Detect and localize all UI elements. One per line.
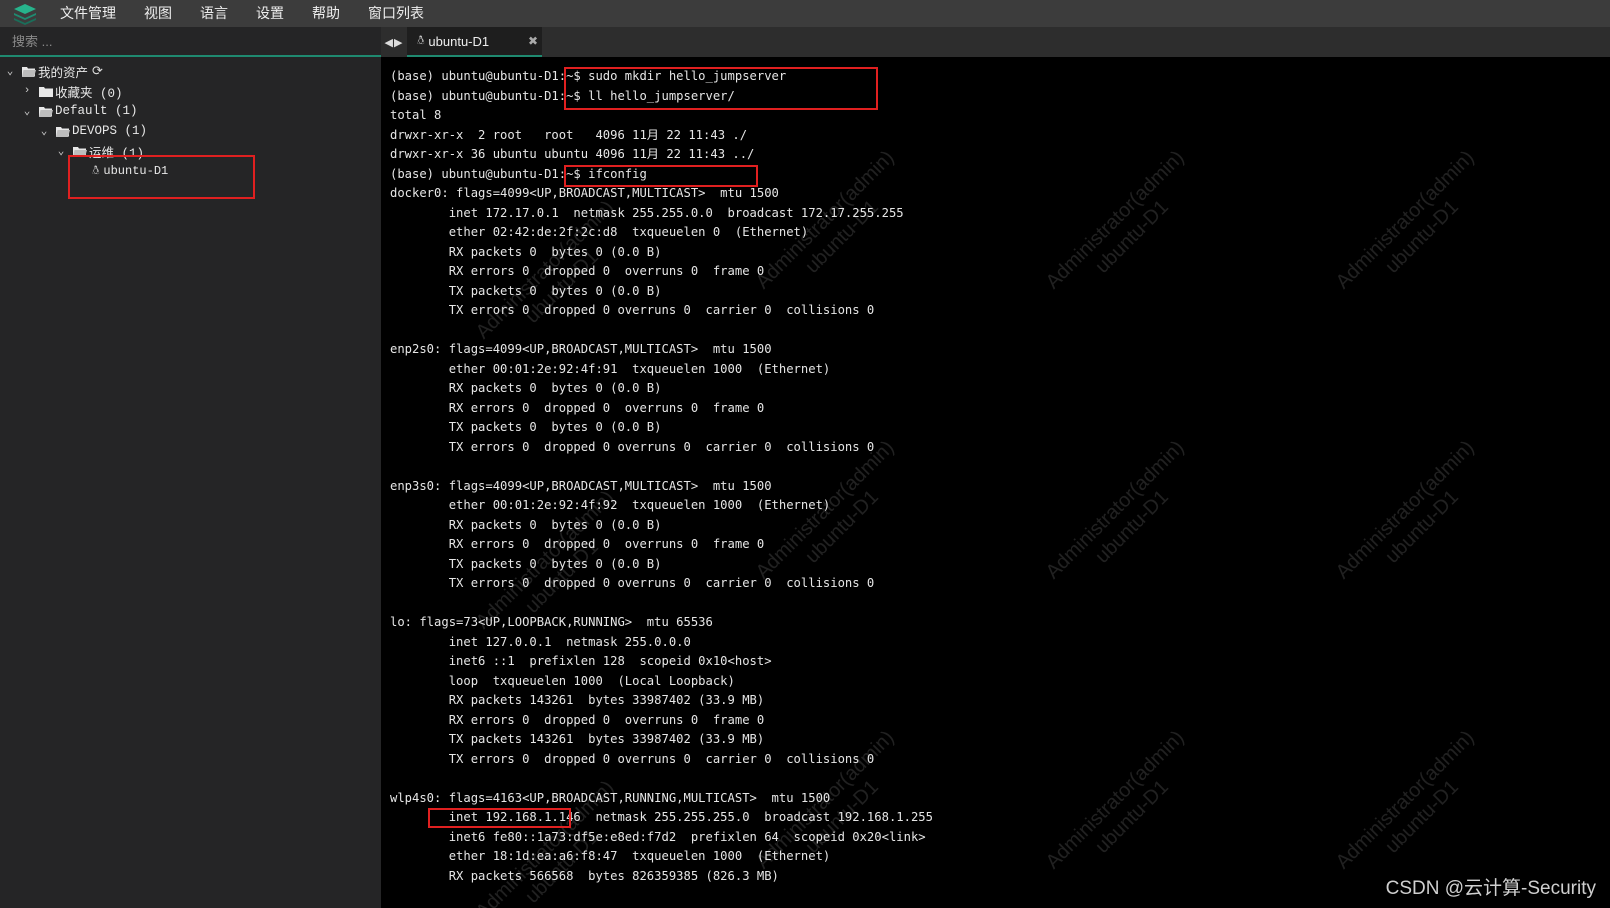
- terminal-line: TX errors 0 dropped 0 overruns 0 carrier…: [390, 576, 875, 590]
- chevron-down-icon[interactable]: ⌄: [55, 144, 67, 158]
- menu-file-manage[interactable]: 文件管理: [60, 0, 116, 27]
- tree-node-favorites[interactable]: › 收藏夹 (0): [0, 81, 381, 101]
- terminal-line: RX packets 566568 bytes 826359385 (826.3…: [390, 868, 779, 883]
- asset-sidebar: ⌄ 我的资产 ⟳ › 收藏夹 (0) ⌄ Default (1) ⌄ DEVOP…: [0, 27, 382, 908]
- terminal-line: total 8: [390, 108, 442, 122]
- tree-node-default[interactable]: ⌄ Default (1): [0, 101, 381, 121]
- linux-icon: 🐧︎: [417, 33, 425, 47]
- tree-node-label: Default (1): [55, 104, 138, 118]
- tree-node-label: ubuntu-D1: [103, 164, 169, 178]
- linux-icon: 🐧︎: [92, 164, 100, 178]
- watermark: Administrator(admin) ubuntu-D1: [1041, 146, 1189, 294]
- menu-bar: 文件管理 视图 语言 设置 帮助 窗口列表: [0, 0, 1610, 27]
- terminal-output: (base) ubuntu@ubuntu-D1:~$ sudo mkdir he…: [390, 67, 933, 886]
- tab-label: ubuntu-D1: [428, 33, 490, 49]
- app-logo-icon: [12, 2, 38, 26]
- terminal-line: TX errors 0 dropped 0 overruns 0 carrier…: [390, 439, 875, 454]
- terminal-line: RX errors 0 dropped 0 overruns 0 frame 0: [390, 712, 765, 727]
- terminal-line: docker0: flags=4099<UP,BROADCAST,MULTICA…: [390, 186, 779, 200]
- menu-view[interactable]: 视图: [144, 0, 172, 27]
- terminal-line: RX packets 143261 bytes 33987402 (33.9 M…: [390, 693, 765, 707]
- terminal-line: ether 00:01:2e:92:4f:91 txqueuelen 1000 …: [390, 361, 831, 376]
- terminal-line: (base) ubuntu@ubuntu-D1:~$ sudo mkdir he…: [390, 69, 787, 83]
- tree-node-label: 收藏夹 (0): [55, 86, 123, 101]
- terminal-line: drwxr-xr-x 36 ubuntu ubuntu 4096 11月 22 …: [390, 147, 755, 161]
- terminal-line: (base) ubuntu@ubuntu-D1:~$ ll hello_jump…: [390, 88, 735, 103]
- terminal-line: TX packets 0 bytes 0 (0.0 B): [390, 283, 662, 298]
- terminal-line: RX packets 0 bytes 0 (0.0 B): [390, 381, 662, 395]
- terminal-line: inet6 fe80::1a73:df5e:e8ed:f7d2 prefixle…: [390, 829, 926, 844]
- menu-window-list[interactable]: 窗口列表: [368, 0, 424, 27]
- chevron-down-icon[interactable]: ⌄: [21, 104, 33, 118]
- watermark: Administrator(admin) ubuntu-D1: [1331, 726, 1479, 874]
- terminal-line: enp3s0: flags=4099<UP,BROADCAST,MULTICAS…: [390, 478, 772, 493]
- terminal-line: ether 02:42:de:2f:2c:d8 txqueuelen 0 (Et…: [390, 225, 809, 239]
- menu-help[interactable]: 帮助: [312, 0, 340, 27]
- terminal-line: (base) ubuntu@ubuntu-D1:~$ ifconfig: [390, 166, 647, 181]
- terminal-line: enp2s0: flags=4099<UP,BROADCAST,MULTICAS…: [390, 342, 772, 356]
- terminal-line: RX packets 0 bytes 0 (0.0 B): [390, 517, 662, 532]
- folder-open-icon: [22, 66, 36, 77]
- watermark: Administrator(admin) ubuntu-D1: [1041, 726, 1189, 874]
- terminal-line: wlp4s0: flags=4163<UP,BROADCAST,RUNNING,…: [390, 790, 831, 805]
- terminal-line: inet6 ::1 prefixlen 128 scopeid 0x10<hos…: [390, 654, 772, 668]
- watermark: Administrator(admin) ubuntu-D1: [1041, 436, 1189, 584]
- tab-scroll-arrows-icon[interactable]: ◀▶: [381, 27, 407, 57]
- terminal-line: RX packets 0 bytes 0 (0.0 B): [390, 244, 662, 259]
- menu-settings[interactable]: 设置: [256, 0, 284, 27]
- folder-open-icon: [56, 126, 70, 137]
- menu-language[interactable]: 语言: [200, 0, 228, 27]
- chevron-down-icon[interactable]: ⌄: [38, 124, 50, 138]
- tree-node-ubuntu-d1[interactable]: 🐧︎ ubuntu-D1: [0, 161, 381, 181]
- terminal-line: RX errors 0 dropped 0 overruns 0 frame 0: [390, 264, 765, 278]
- tab-ubuntu-d1[interactable]: 🐧︎ ubuntu-D1 ✖: [407, 27, 542, 57]
- terminal-line: loop txqueuelen 1000 (Local Loopback): [390, 673, 735, 688]
- terminal-line: RX errors 0 dropped 0 overruns 0 frame 0: [390, 400, 765, 415]
- tree-node-ops[interactable]: ⌄ 运维 (1): [0, 141, 381, 161]
- terminal-line: TX packets 0 bytes 0 (0.0 B): [390, 556, 662, 571]
- folder-open-icon: [39, 106, 53, 117]
- terminal-line: ether 18:1d:ea:a6:f8:47 txqueuelen 1000 …: [390, 849, 831, 863]
- search-bar: [0, 27, 381, 57]
- terminal-line: inet 192.168.1.146 netmask 255.255.255.0…: [390, 810, 933, 824]
- terminal-line: lo: flags=73<UP,LOOPBACK,RUNNING> mtu 65…: [390, 615, 713, 629]
- watermark: Administrator(admin) ubuntu-D1: [1331, 436, 1479, 584]
- terminal-line: RX errors 0 dropped 0 overruns 0 frame 0: [390, 537, 765, 551]
- tree-node-devops[interactable]: ⌄ DEVOPS (1): [0, 121, 381, 141]
- tab-bar: ◀▶ 🐧︎ ubuntu-D1 ✖: [381, 27, 1610, 57]
- refresh-icon[interactable]: ⟳: [92, 64, 103, 79]
- tree-node-my-assets[interactable]: ⌄ 我的资产 ⟳: [0, 61, 381, 81]
- csdn-credit: CSDN @云计算-Security: [1385, 878, 1596, 899]
- terminal-line: ether 00:01:2e:92:4f:92 txqueuelen 1000 …: [390, 498, 831, 512]
- search-input[interactable]: [10, 32, 354, 50]
- folder-icon: [39, 86, 53, 97]
- terminal-line: TX errors 0 dropped 0 overruns 0 carrier…: [390, 751, 875, 766]
- terminal-line: drwxr-xr-x 2 root root 4096 11月 22 11:43…: [390, 127, 748, 142]
- terminal-line: inet 172.17.0.1 netmask 255.255.0.0 broa…: [390, 205, 904, 220]
- terminal-line: TX packets 0 bytes 0 (0.0 B): [390, 420, 662, 434]
- terminal-line: TX packets 143261 bytes 33987402 (33.9 M…: [390, 732, 765, 746]
- asset-tree: ⌄ 我的资产 ⟳ › 收藏夹 (0) ⌄ Default (1) ⌄ DEVOP…: [0, 57, 381, 181]
- tree-node-label: 运维 (1): [89, 146, 145, 161]
- tree-node-label: 我的资产: [38, 66, 89, 81]
- close-icon[interactable]: ✖: [528, 34, 538, 48]
- terminal-line: inet 127.0.0.1 netmask 255.0.0.0: [390, 634, 691, 649]
- folder-open-icon: [73, 146, 87, 157]
- chevron-down-icon[interactable]: ⌄: [4, 64, 16, 78]
- terminal-line: TX errors 0 dropped 0 overruns 0 carrier…: [390, 303, 875, 317]
- terminal[interactable]: Administrator(admin) ubuntu-D1 Administr…: [381, 57, 1610, 908]
- chevron-right-icon[interactable]: ›: [21, 85, 33, 97]
- tree-node-label: DEVOPS (1): [72, 124, 148, 138]
- watermark: Administrator(admin) ubuntu-D1: [1331, 146, 1479, 294]
